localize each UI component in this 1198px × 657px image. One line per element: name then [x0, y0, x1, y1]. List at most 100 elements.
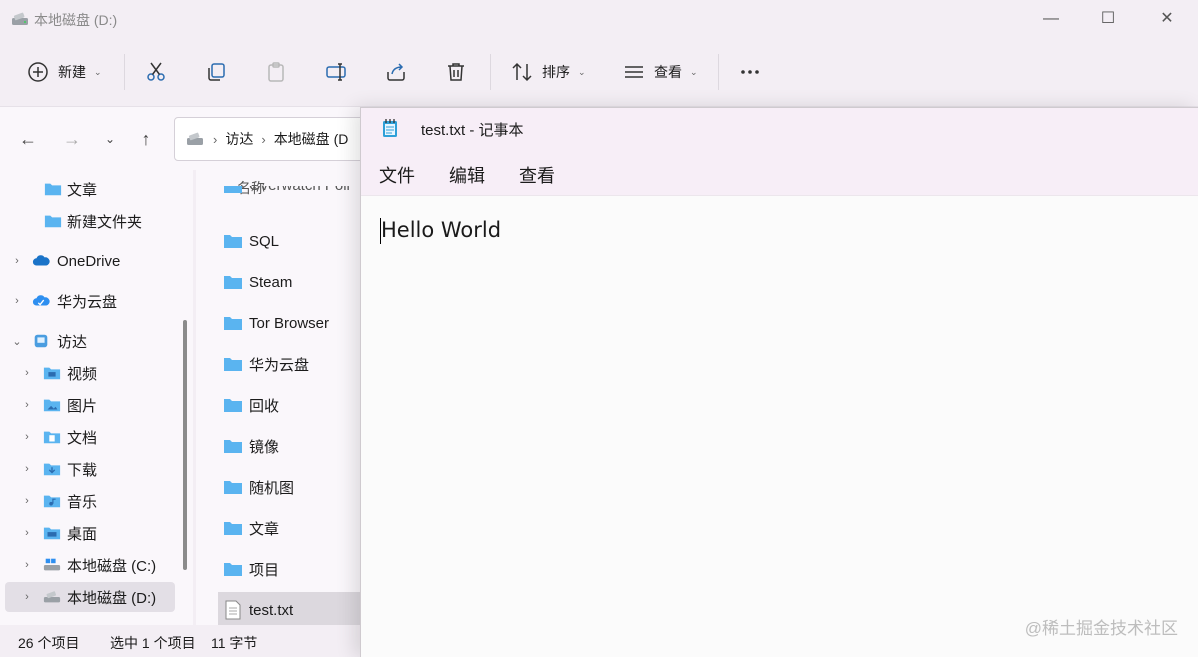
- forward-arrow-icon[interactable]: →: [58, 125, 86, 153]
- close-button[interactable]: ✕: [1152, 8, 1182, 30]
- file-row[interactable]: 项目: [218, 551, 366, 587]
- selection-size: 11 字节: [211, 635, 258, 651]
- sidebar-item-videos[interactable]: › 视频: [0, 358, 178, 388]
- up-arrow-icon[interactable]: ↑: [132, 125, 160, 153]
- file-row[interactable]: SQL: [218, 223, 366, 259]
- delete-button[interactable]: [434, 50, 478, 94]
- expand-chevron-icon[interactable]: ›: [20, 559, 34, 571]
- sidebar-item[interactable]: 新建文件夹: [0, 206, 178, 236]
- sidebar-item-label: 文章: [67, 181, 98, 199]
- menu-view[interactable]: 查看: [519, 162, 555, 188]
- file-list: 名称 Overwatch Poli SQL Steam Tor Browser …: [196, 170, 366, 625]
- folder-icon: [224, 563, 242, 576]
- more-button[interactable]: [728, 50, 772, 94]
- file-name: 项目: [249, 561, 280, 579]
- sidebar-item-music[interactable]: › 音乐: [0, 486, 178, 516]
- breadcrumb-item[interactable]: 本地磁盘 (D: [274, 129, 349, 149]
- file-name: Steam: [249, 273, 293, 291]
- drive-icon: [12, 12, 28, 25]
- expand-chevron-icon[interactable]: ›: [10, 255, 24, 267]
- notepad-icon: [383, 119, 397, 137]
- sort-button[interactable]: 排序 ⌄: [500, 50, 596, 94]
- expand-chevron-icon[interactable]: ›: [10, 295, 24, 307]
- folder-icon: [224, 317, 242, 330]
- copy-button[interactable]: [194, 50, 238, 94]
- toolbar-divider: [124, 54, 125, 90]
- expand-chevron-icon[interactable]: ›: [20, 399, 34, 411]
- recent-chevron-icon[interactable]: ⌄: [96, 125, 124, 153]
- notepad-menubar: 文件 编辑 查看: [361, 148, 1198, 196]
- sidebar-item-documents[interactable]: › 文档: [0, 422, 178, 452]
- drive-icon: [43, 591, 61, 603]
- folder-icon: [224, 440, 242, 453]
- file-row[interactable]: 华为云盘: [218, 346, 366, 382]
- share-button[interactable]: [374, 50, 418, 94]
- expand-chevron-icon[interactable]: ›: [20, 527, 34, 539]
- sidebar-item-onedrive[interactable]: › OneDrive: [0, 246, 178, 276]
- new-button[interactable]: 新建 ⌄: [16, 50, 112, 94]
- breadcrumb-item[interactable]: 访达: [225, 129, 253, 149]
- file-name: Tor Browser: [249, 314, 330, 332]
- maximize-button[interactable]: ☐: [1093, 8, 1123, 30]
- expand-chevron-icon[interactable]: ›: [20, 367, 34, 379]
- file-row[interactable]: 回收: [218, 387, 366, 423]
- sidebar-item-drive-c[interactable]: › 本地磁盘 (C:): [0, 550, 178, 580]
- chevron-down-icon: ⌄: [578, 66, 586, 77]
- music-folder-icon: [43, 495, 61, 508]
- navigation-pane: 文章 新建文件夹 › OneDrive › 华为云盘 ⌄ 访达 › 视频 › 图…: [0, 170, 193, 625]
- sort-label: 排序: [542, 64, 570, 80]
- expand-chevron-icon[interactable]: ›: [20, 463, 34, 475]
- plus-circle-icon: [28, 62, 48, 82]
- chevron-down-icon: ⌄: [690, 66, 698, 77]
- notepad-text-area[interactable]: Hello World: [361, 196, 1198, 657]
- text-file-icon: [225, 600, 241, 620]
- sidebar-item-label: 视频: [67, 365, 98, 383]
- new-label: 新建: [58, 64, 86, 80]
- file-row[interactable]: 文章: [218, 510, 366, 546]
- sidebar-item-downloads[interactable]: › 下载: [0, 454, 178, 484]
- paste-button[interactable]: [254, 50, 298, 94]
- file-row[interactable]: Tor Browser: [218, 305, 366, 341]
- folder-icon: [224, 358, 242, 371]
- file-row-selected[interactable]: test.txt: [218, 592, 366, 625]
- notepad-titlebar: test.txt - 记事本: [361, 108, 1198, 148]
- file-row-partial[interactable]: Overwatch Poli: [218, 186, 366, 204]
- sidebar-item[interactable]: 文章: [0, 174, 178, 204]
- file-row[interactable]: 随机图: [218, 469, 366, 505]
- video-folder-icon: [43, 367, 61, 380]
- drive-icon: [187, 132, 203, 145]
- expand-chevron-icon[interactable]: ›: [20, 431, 34, 443]
- toolbar-divider: [718, 54, 719, 90]
- menu-edit[interactable]: 编辑: [449, 162, 485, 188]
- sidebar-item-this-pc[interactable]: ⌄ 访达: [0, 326, 178, 356]
- selection-count: 选中 1 个项目: [110, 635, 196, 651]
- sidebar-item-pictures[interactable]: › 图片: [0, 390, 178, 420]
- rename-button[interactable]: [314, 50, 358, 94]
- expand-chevron-icon[interactable]: ›: [20, 591, 34, 603]
- minimize-button[interactable]: —: [1036, 8, 1066, 30]
- downloads-folder-icon: [43, 463, 61, 476]
- sidebar-item-desktop[interactable]: › 桌面: [0, 518, 178, 548]
- address-bar[interactable]: › 访达 › 本地磁盘 (D: [174, 117, 374, 161]
- file-name: 镜像: [249, 438, 280, 456]
- back-arrow-icon[interactable]: ←: [14, 125, 42, 153]
- cloud-icon: [32, 295, 50, 306]
- collapse-chevron-icon[interactable]: ⌄: [10, 335, 24, 348]
- sidebar-scrollbar[interactable]: [183, 320, 187, 570]
- folder-icon: [224, 399, 242, 412]
- file-row[interactable]: 镜像: [218, 428, 366, 464]
- copy-icon: [208, 63, 225, 81]
- sidebar-item-drive-d[interactable]: › 本地磁盘 (D:): [5, 582, 175, 612]
- sidebar-item-huawei-cloud[interactable]: › 华为云盘: [0, 286, 178, 316]
- sidebar-item-label: 桌面: [67, 525, 98, 543]
- expand-chevron-icon[interactable]: ›: [20, 495, 34, 507]
- cut-button[interactable]: [134, 50, 178, 94]
- file-name: 随机图: [249, 479, 295, 497]
- sidebar-item-label: 本地磁盘 (D:): [67, 589, 157, 607]
- menu-file[interactable]: 文件: [379, 162, 415, 188]
- cloud-icon: [32, 255, 50, 266]
- view-button[interactable]: 查看 ⌄: [612, 50, 708, 94]
- file-row[interactable]: Steam: [218, 264, 366, 300]
- view-icon: [625, 66, 643, 78]
- explorer-titlebar: 本地磁盘 (D:) — ☐ ✕: [0, 0, 1198, 40]
